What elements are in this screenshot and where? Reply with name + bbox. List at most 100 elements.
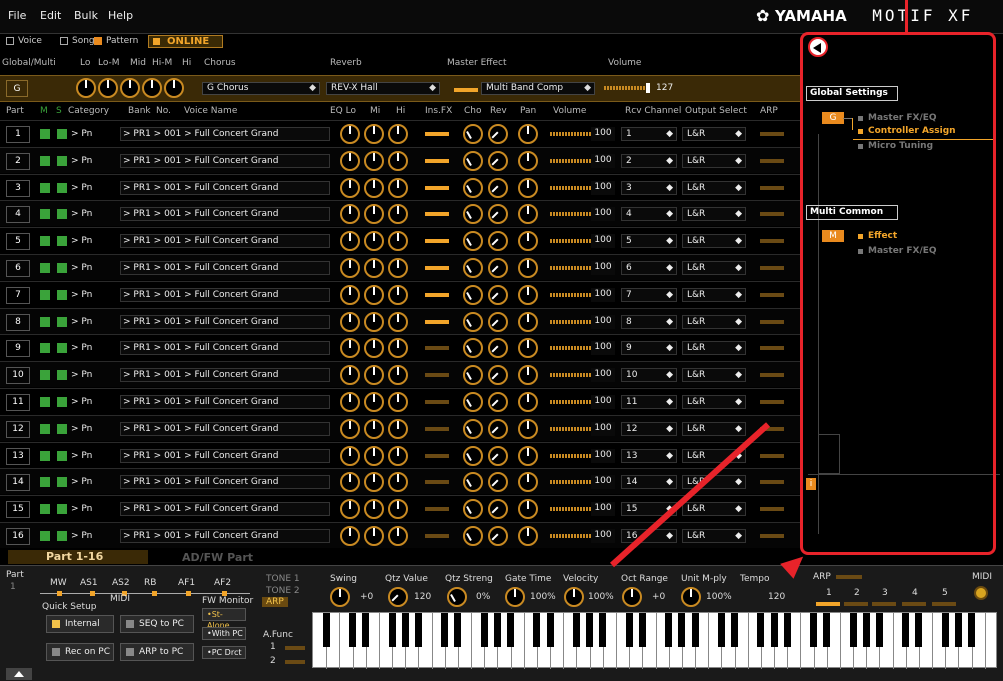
volume-slider[interactable]: [550, 397, 596, 407]
category-value[interactable]: > Pn: [71, 477, 92, 487]
black-key[interactable]: [783, 613, 791, 647]
arp-part-switch[interactable]: [760, 400, 784, 404]
ins-fx-switch[interactable]: [425, 292, 449, 297]
eq-hi-knob[interactable]: [388, 231, 408, 252]
mode-song[interactable]: Song: [60, 36, 95, 46]
volume-slider[interactable]: [550, 182, 596, 193]
pan-knob[interactable]: [518, 177, 538, 198]
output-select[interactable]: L&R ◆: [682, 341, 746, 356]
rcv-channel-select[interactable]: 14 ◆: [621, 475, 677, 490]
volume-value[interactable]: 100: [591, 287, 615, 302]
chorus-send-knob[interactable]: [463, 150, 483, 171]
rec-on-pc-button[interactable]: Rec on PC: [46, 643, 114, 661]
reverb-send-knob[interactable]: [488, 526, 508, 546]
eq-mi-knob[interactable]: [364, 499, 384, 520]
category-value[interactable]: > Pn: [71, 451, 92, 461]
black-key[interactable]: [902, 613, 910, 647]
part-number[interactable]: 9: [6, 340, 30, 358]
black-key[interactable]: [770, 613, 778, 647]
pan-knob[interactable]: [518, 526, 538, 546]
mute-toggle[interactable]: [40, 370, 50, 381]
eq-lo-knob[interactable]: [340, 284, 360, 305]
eq-hi-knob[interactable]: [388, 418, 408, 439]
pan-knob[interactable]: [518, 445, 538, 466]
rcv-channel-select[interactable]: 4 ◆: [621, 207, 677, 222]
part-number[interactable]: 14: [6, 474, 30, 492]
eq-lo-knob[interactable]: [340, 526, 360, 546]
black-key[interactable]: [849, 613, 857, 647]
chorus-send-knob[interactable]: [463, 472, 483, 493]
ins-fx-switch[interactable]: [425, 534, 449, 538]
pan-knob[interactable]: [518, 499, 538, 520]
volume-value[interactable]: 100: [591, 207, 615, 222]
rcv-channel-select[interactable]: 6 ◆: [621, 261, 677, 275]
black-key[interactable]: [362, 613, 370, 647]
category-value[interactable]: > Pn: [71, 424, 92, 434]
black-key[interactable]: [572, 613, 580, 647]
velocity-knob[interactable]: [564, 587, 584, 607]
reverb-select[interactable]: REV-X Hall ◆: [326, 82, 440, 95]
arp-part-switch[interactable]: [760, 212, 784, 217]
arp-part-switch[interactable]: [760, 319, 784, 324]
part-number[interactable]: 10: [6, 367, 30, 385]
black-key[interactable]: [678, 613, 686, 647]
output-select[interactable]: L&R ◆: [682, 153, 746, 168]
global-eq-hi-knob[interactable]: [164, 78, 184, 98]
eq-lo-knob[interactable]: [340, 204, 360, 225]
rcv-channel-select[interactable]: 10 ◆: [621, 368, 677, 383]
eq-mi-knob[interactable]: [364, 445, 384, 466]
eq-lo-knob[interactable]: [340, 418, 360, 439]
eq-hi-knob[interactable]: [388, 150, 408, 171]
voice-name-field[interactable]: > PR1 > 001 > Full Concert Grand: [120, 234, 330, 249]
voice-name-field[interactable]: > PR1 > 001 > Full Concert Grand: [120, 180, 330, 195]
volume-value[interactable]: 100: [591, 502, 615, 517]
voice-name-field[interactable]: > PR1 > 001 > Full Concert Grand: [120, 529, 330, 543]
output-select[interactable]: L&R ◆: [682, 314, 746, 329]
category-value[interactable]: > Pn: [71, 531, 92, 541]
eq-hi-knob[interactable]: [388, 124, 408, 144]
arp-part-switch[interactable]: [760, 292, 784, 297]
fw-pc-drct-button[interactable]: •PC Drct: [202, 646, 246, 659]
online-indicator[interactable]: ONLINE: [148, 35, 223, 48]
global-eq-mid-knob[interactable]: [120, 78, 140, 98]
part-number[interactable]: 16: [6, 528, 30, 545]
voice-name-field[interactable]: > PR1 > 001 > Full Concert Grand: [120, 341, 330, 356]
black-key[interactable]: [954, 613, 962, 647]
eq-hi-knob[interactable]: [388, 392, 408, 412]
qtz-streng-knob[interactable]: [447, 587, 467, 607]
rcv-channel-select[interactable]: 9 ◆: [621, 341, 677, 356]
eq-lo-knob[interactable]: [340, 311, 360, 332]
ins-fx-switch[interactable]: [425, 132, 449, 136]
chorus-send-knob[interactable]: [463, 445, 483, 466]
eq-hi-knob[interactable]: [388, 311, 408, 332]
black-key[interactable]: [757, 613, 765, 647]
volume-value[interactable]: 100: [591, 448, 615, 463]
arp-slot-1[interactable]: [816, 602, 840, 606]
ins-fx-switch[interactable]: [425, 480, 449, 485]
arp-part-switch[interactable]: [760, 480, 784, 485]
eq-mi-knob[interactable]: [364, 231, 384, 252]
chorus-send-knob[interactable]: [463, 258, 483, 278]
global-button[interactable]: G: [6, 80, 28, 97]
black-key[interactable]: [349, 613, 357, 647]
reverb-send-knob[interactable]: [488, 311, 508, 332]
arp-slot-3[interactable]: [872, 602, 896, 606]
ins-fx-switch[interactable]: [425, 319, 449, 324]
voice-name-field[interactable]: > PR1 > 001 > Full Concert Grand: [120, 448, 330, 463]
eq-hi-knob[interactable]: [388, 365, 408, 386]
black-key[interactable]: [441, 613, 449, 647]
output-select[interactable]: L&R ◆: [682, 127, 746, 141]
eq-hi-knob[interactable]: [388, 284, 408, 305]
volume-value[interactable]: 100: [591, 475, 615, 490]
black-key[interactable]: [862, 613, 870, 647]
mute-toggle[interactable]: [40, 209, 50, 220]
arp-part-switch[interactable]: [760, 185, 784, 190]
category-value[interactable]: > Pn: [71, 504, 92, 514]
voice-name-field[interactable]: > PR1 > 001 > Full Concert Grand: [120, 127, 330, 141]
black-key[interactable]: [493, 613, 501, 647]
menu-edit[interactable]: Edit: [40, 9, 61, 22]
black-key[interactable]: [507, 613, 515, 647]
mute-toggle[interactable]: [40, 477, 50, 488]
arp-part-switch[interactable]: [760, 453, 784, 458]
ins-fx-switch[interactable]: [425, 346, 449, 351]
